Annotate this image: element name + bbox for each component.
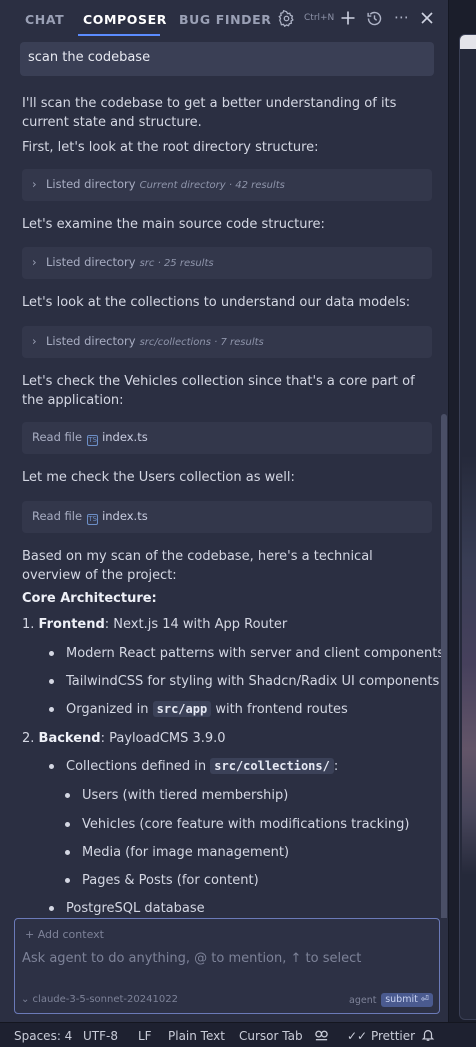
tool-call-read-file[interactable]: Read file TS index.ts xyxy=(22,422,432,454)
tool-call-list-dir[interactable]: › Listed directory src · 25 results xyxy=(22,247,432,279)
status-cursor-tab[interactable]: Cursor Tab xyxy=(239,1029,303,1043)
assistant-step-text: First, let's look at the root directory … xyxy=(22,140,319,155)
status-encoding[interactable]: UTF-8 xyxy=(83,1029,118,1043)
inline-code: src/collections/ xyxy=(210,758,334,774)
tool-call-read-file[interactable]: Read file TS index.ts xyxy=(22,501,432,533)
chevron-right-icon: › xyxy=(32,334,37,348)
tool-call-list-dir[interactable]: › Listed directory Current directory · 42 … xyxy=(22,169,432,201)
status-eol[interactable]: LF xyxy=(138,1029,152,1043)
assistant-step-text: Let's examine the main source code struc… xyxy=(22,217,325,232)
conversation-scrollbar[interactable] xyxy=(441,414,447,918)
status-indentation[interactable]: Spaces: 4 xyxy=(14,1029,72,1043)
chevron-right-icon: › xyxy=(32,177,37,191)
composer-panel: CHAT COMPOSER BUG FINDER Ctrl+N ⋯ scan t… xyxy=(0,0,448,1022)
chevron-right-icon: › xyxy=(32,255,37,269)
mode-toggle[interactable]: agent xyxy=(349,995,376,1006)
close-icon[interactable] xyxy=(420,10,434,29)
plus-icon[interactable] xyxy=(340,10,356,30)
model-select[interactable]: ⌄ claude-3-5-sonnet-20241022 xyxy=(21,994,178,1005)
tab-composer[interactable]: COMPOSER xyxy=(83,12,167,27)
tab-bug-finder[interactable]: BUG FINDER xyxy=(179,12,271,27)
sub-bullet-item: Pages & Posts (for content) xyxy=(65,873,259,888)
status-prettier[interactable]: ✓✓ Prettier xyxy=(347,1029,415,1043)
bell-icon[interactable] xyxy=(421,1028,435,1045)
bullet-item: Collections defined in src/collections/: xyxy=(48,758,339,774)
status-language[interactable]: Plain Text xyxy=(168,1029,225,1043)
sub-bullet-item: Vehicles (core feature with modification… xyxy=(64,817,410,832)
composer-input-field[interactable]: Ask agent to do anything, @ to mention, … xyxy=(22,951,361,966)
typescript-file-icon: TS xyxy=(87,514,99,525)
more-icon[interactable]: ⋯ xyxy=(394,8,410,26)
tool-call-list-dir[interactable]: › Listed directory src/collections · 7 res… xyxy=(22,326,432,358)
history-icon[interactable] xyxy=(366,10,383,31)
bullet-item: Modern React patterns with server and cl… xyxy=(48,646,445,661)
new-chat-shortcut: Ctrl+N xyxy=(304,13,335,23)
inline-code: src/app xyxy=(152,701,212,717)
submit-button[interactable]: submit ⏎ xyxy=(381,993,433,1007)
list-item: 1. Frontend: Next.js 14 with App Router xyxy=(22,617,288,632)
copilot-icon[interactable] xyxy=(314,1028,329,1045)
tab-chat[interactable]: CHAT xyxy=(25,12,64,27)
editor-preview-sliver xyxy=(459,34,476,1020)
assistant-step-text: Let me check the Users collection as wel… xyxy=(22,470,295,485)
active-tab-indicator xyxy=(78,34,160,36)
conversation-scroll-area[interactable]: scan the codebase I'll scan the codebase… xyxy=(0,38,448,918)
assistant-intro-text: I'll scan the codebase to get a better u… xyxy=(22,96,397,130)
sub-bullet-item: Media (for image management) xyxy=(64,845,290,860)
typescript-file-icon: TS xyxy=(87,435,99,446)
composer-input-box[interactable]: + Add context Ask agent to do anything, … xyxy=(14,918,440,1014)
add-context-button[interactable]: + Add context xyxy=(25,928,104,941)
app-window: CHAT COMPOSER BUG FINDER Ctrl+N ⋯ scan t… xyxy=(0,0,476,1047)
gear-icon[interactable] xyxy=(278,9,295,31)
assistant-step-text: Let's check the Vehicles collection sinc… xyxy=(22,374,415,408)
bullet-item: TailwindCSS for styling with Shadcn/Radi… xyxy=(48,674,440,689)
check-double-icon: ✓✓ xyxy=(347,1029,368,1043)
user-message[interactable]: scan the codebase xyxy=(20,42,434,76)
list-item: 2. Backend: PayloadCMS 3.9.0 xyxy=(22,731,226,746)
tab-bar: CHAT COMPOSER BUG FINDER Ctrl+N ⋯ xyxy=(0,0,448,38)
section-heading: Core Architecture: xyxy=(22,591,157,606)
assistant-summary-text: Based on my scan of the codebase, here's… xyxy=(22,549,373,583)
bullet-item: PostgreSQL database xyxy=(49,901,205,916)
sub-bullet-item: Users (with tiered membership) xyxy=(64,788,289,803)
status-bar: Spaces: 4 UTF-8 LF Plain Text Cursor Tab… xyxy=(0,1022,476,1047)
bullet-item: Organized in src/app with frontend route… xyxy=(49,701,348,717)
assistant-step-text: Let's look at the collections to underst… xyxy=(22,295,411,310)
